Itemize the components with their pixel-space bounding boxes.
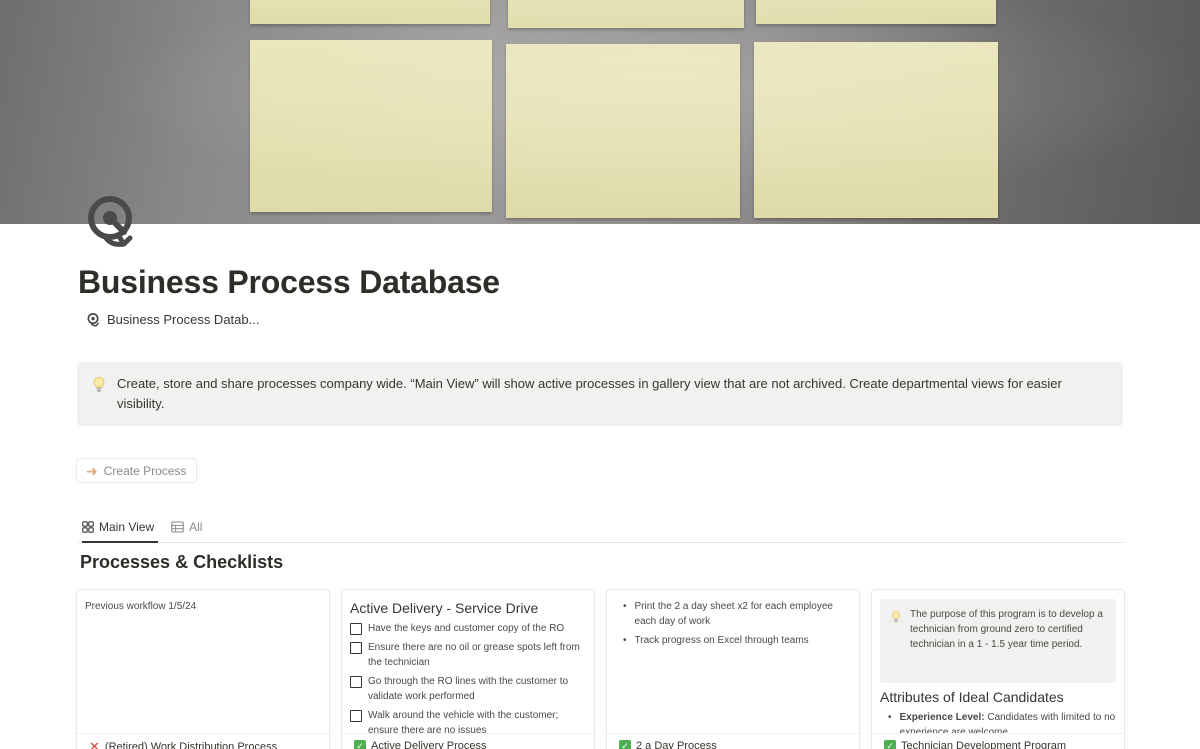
page-title: Business Process Database (78, 264, 500, 300)
active-tab-indicator (82, 541, 158, 543)
breadcrumb-link[interactable]: Business Process Datab... (86, 312, 259, 327)
checklist-item: Have the keys and customer copy of the R… (350, 621, 586, 636)
sticky-note (506, 44, 740, 218)
checklist-item: Walk around the vehicle with the custome… (350, 708, 586, 733)
card-preview: Previous workflow 1/5/24 (77, 590, 329, 734)
checkbox (350, 642, 362, 654)
check-icon: ✓ (619, 740, 631, 749)
gallery-card-technician-development[interactable]: The purpose of this program is to develo… (871, 589, 1125, 749)
create-process-button[interactable]: ➜ Create Process (76, 458, 198, 483)
checklist-item: Ensure there are no oil or grease spots … (350, 640, 586, 670)
page-icon[interactable] (84, 194, 140, 254)
check-icon: ✓ (884, 740, 896, 749)
card-callout-text: The purpose of this program is to develo… (910, 609, 1103, 650)
card-title-text: 2 a Day Process (636, 740, 717, 749)
view-tabs: Main View All (78, 517, 1124, 543)
info-callout: Create, store and share processes compan… (77, 362, 1123, 426)
card-preview-text: Previous workflow 1/5/24 (85, 601, 197, 612)
list-item: • Print the 2 a day sheet x2 for each emp… (623, 601, 833, 627)
card-callout: The purpose of this program is to develo… (880, 599, 1116, 683)
x-icon: ✕ (89, 739, 100, 749)
card-preview: Active Delivery - Service Drive Have the… (342, 590, 594, 734)
check-icon: ✓ (354, 740, 366, 749)
checkbox (350, 676, 362, 688)
tab-all[interactable]: All (171, 517, 202, 537)
card-preview-heading: Attributes of Ideal Candidates (880, 689, 1064, 705)
card-title: ✓ 2 a Day Process (619, 740, 717, 749)
checkbox (350, 710, 362, 722)
table-icon (171, 521, 184, 533)
card-title: ✓ Active Delivery Process (354, 740, 487, 749)
card-preview: • Print the 2 a day sheet x2 for each emp… (607, 590, 859, 734)
lightbulb-icon (891, 611, 901, 622)
card-preview-heading: Active Delivery - Service Drive (350, 600, 539, 616)
sticky-note (756, 0, 996, 24)
tab-main-view-label: Main View (99, 520, 155, 534)
search-arrow-icon (87, 313, 99, 327)
card-title-text: Technician Development Program (901, 740, 1067, 749)
card-title: ✕ (Retired) Work Distribution Process (89, 740, 277, 749)
card-title: ✓ Technician Development Program (884, 740, 1066, 749)
sticky-note (250, 0, 490, 24)
card-preview: The purpose of this program is to develo… (872, 590, 1124, 734)
gallery-card-active-delivery[interactable]: Active Delivery - Service Drive Have the… (341, 589, 595, 749)
breadcrumb-label: Business Process Datab... (107, 312, 260, 327)
list-item: • Experience Level: Candidates with limit… (888, 712, 1116, 734)
sticky-note (250, 40, 492, 212)
search-arrow-icon (88, 196, 133, 247)
cover-image (0, 0, 1200, 224)
gallery-icon (82, 521, 94, 533)
gallery-card-2-a-day[interactable]: • Print the 2 a day sheet x2 for each emp… (606, 589, 860, 749)
sticky-note (754, 42, 998, 218)
checklist-item: Go through the RO lines with the custome… (350, 674, 586, 704)
list-item: • Track progress on Excel through teams (623, 635, 809, 646)
arrow-right-icon: ➜ (86, 462, 98, 479)
sticky-note (508, 0, 744, 28)
callout-text: Create, store and share processes compan… (117, 376, 1062, 411)
tab-main-view[interactable]: Main View (82, 517, 159, 537)
create-process-label: Create Process (103, 463, 187, 478)
tab-all-label: All (189, 520, 203, 534)
card-title-text: Active Delivery Process (371, 740, 487, 749)
gallery-card-work-distribution[interactable]: Previous workflow 1/5/24 ✕ (Retired) Wor… (76, 589, 330, 749)
section-title: Processes & Checklists (80, 552, 284, 572)
card-title-text: (Retired) Work Distribution Process (104, 740, 278, 749)
lightbulb-icon (93, 377, 105, 392)
checkbox (350, 623, 362, 635)
